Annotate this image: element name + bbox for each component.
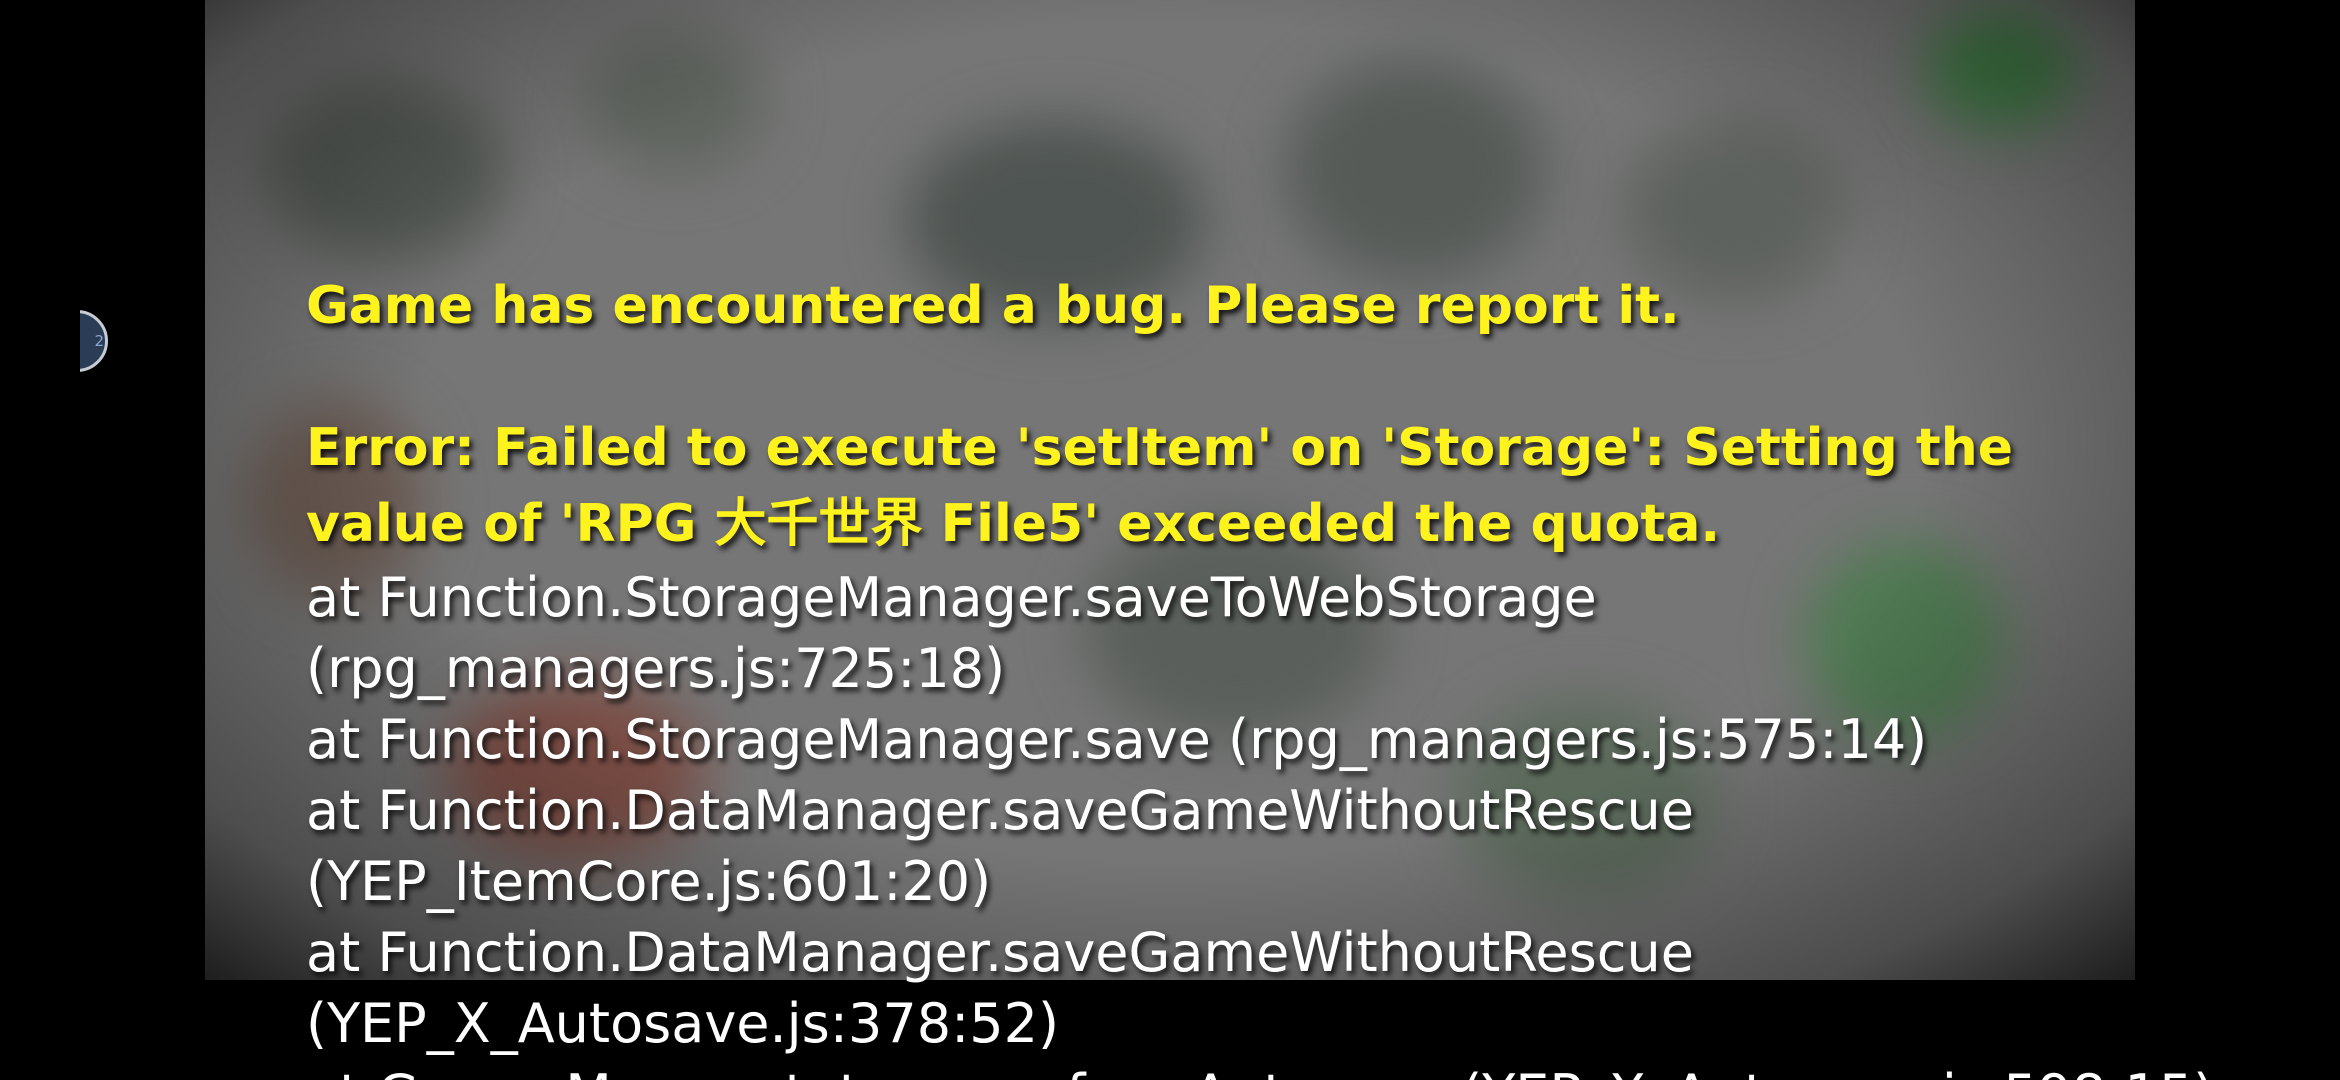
- stack-trace-line: at Game_Map.prototype.performAutosave (Y…: [306, 1059, 2214, 1080]
- stack-trace-line: (rpg_managers.js:725:18): [306, 637, 1006, 700]
- stack-trace-line: (YEP_ItemCore.js:601:20): [306, 850, 992, 913]
- error-overlay: Game has encountered a bug. Please repor…: [306, 268, 2214, 1080]
- blurred-scenery: [265, 80, 505, 260]
- error-message-line: Error: Failed to execute 'setItem' on 'S…: [306, 418, 2013, 478]
- assistive-touch-label: 2: [94, 332, 104, 350]
- stack-trace-line: at Function.StorageManager.save (rpg_man…: [306, 708, 1928, 771]
- screen: 2 Game has encountered a bug. Please rep…: [0, 0, 2340, 1080]
- blurred-scenery: [1925, 10, 2075, 130]
- error-message-line: value of 'RPG 大千世界 File5' exceeded the q…: [306, 494, 1721, 554]
- stack-trace-line: at Function.DataManager.saveGameWithoutR…: [306, 779, 1694, 842]
- stack-trace-line: at Function.StorageManager.saveToWebStor…: [306, 566, 1597, 629]
- stack-trace-line: at Function.DataManager.saveGameWithoutR…: [306, 921, 1694, 984]
- blurred-scenery: [585, 30, 765, 170]
- assistive-touch-button[interactable]: 2: [80, 310, 116, 378]
- stack-trace-line: (YEP_X_Autosave.js:378:52): [306, 992, 1060, 1055]
- error-headline: Game has encountered a bug. Please repor…: [306, 276, 1680, 336]
- blurred-scenery: [1285, 60, 1545, 280]
